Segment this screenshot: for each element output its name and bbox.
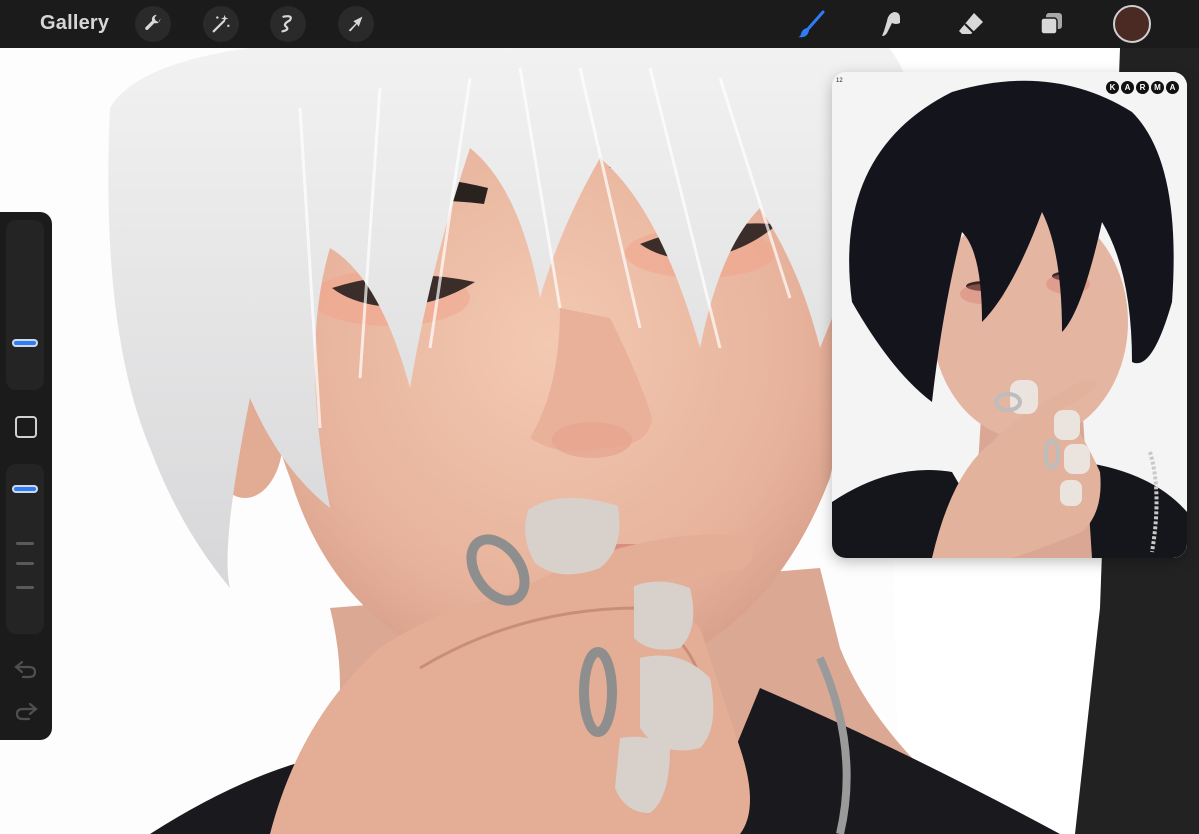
erase-button[interactable] — [953, 6, 989, 42]
gallery-button[interactable]: Gallery — [40, 12, 109, 35]
brush-size-thumb[interactable] — [12, 338, 38, 347]
transform-button[interactable] — [338, 6, 374, 42]
logo-letter: M — [1151, 81, 1164, 94]
selection-button[interactable] — [270, 6, 306, 42]
slider-notch — [16, 586, 34, 589]
brush-size-slider[interactable] — [6, 220, 44, 390]
brush-opacity-slider[interactable] — [6, 464, 44, 634]
magic-wand-icon — [212, 14, 230, 33]
layers-icon — [1040, 13, 1062, 35]
slider-notch — [16, 562, 34, 565]
logo-letter: A — [1166, 81, 1179, 94]
logo-letter: K — [1106, 81, 1119, 94]
eraser-icon — [959, 13, 983, 34]
reference-page-number: 12 — [836, 78, 843, 84]
reference-logo: K A R M A — [1106, 81, 1179, 94]
color-picker-button[interactable] — [1113, 5, 1151, 43]
logo-letter: R — [1136, 81, 1149, 94]
layers-button[interactable] — [1033, 6, 1069, 42]
selection-icon — [281, 15, 292, 33]
smudge-icon — [882, 12, 900, 36]
adjustments-button[interactable] — [203, 6, 239, 42]
reference-window[interactable]: 12 K A R M A — [832, 72, 1187, 558]
slider-notch — [16, 542, 34, 545]
reference-photo — [832, 72, 1187, 558]
smudge-button[interactable] — [873, 6, 909, 42]
actions-button[interactable] — [135, 6, 171, 42]
brush-icon — [798, 10, 825, 38]
paint-button[interactable] — [793, 6, 829, 42]
brush-opacity-thumb[interactable] — [12, 485, 38, 493]
wrench-icon — [145, 14, 161, 31]
redo-icon[interactable] — [13, 700, 39, 722]
left-sidebar — [0, 212, 52, 740]
top-toolbar: Gallery — [0, 0, 1199, 48]
undo-icon[interactable] — [13, 658, 39, 680]
modify-button[interactable] — [15, 416, 37, 438]
logo-letter: A — [1121, 81, 1134, 94]
arrow-cursor-icon — [348, 16, 363, 32]
